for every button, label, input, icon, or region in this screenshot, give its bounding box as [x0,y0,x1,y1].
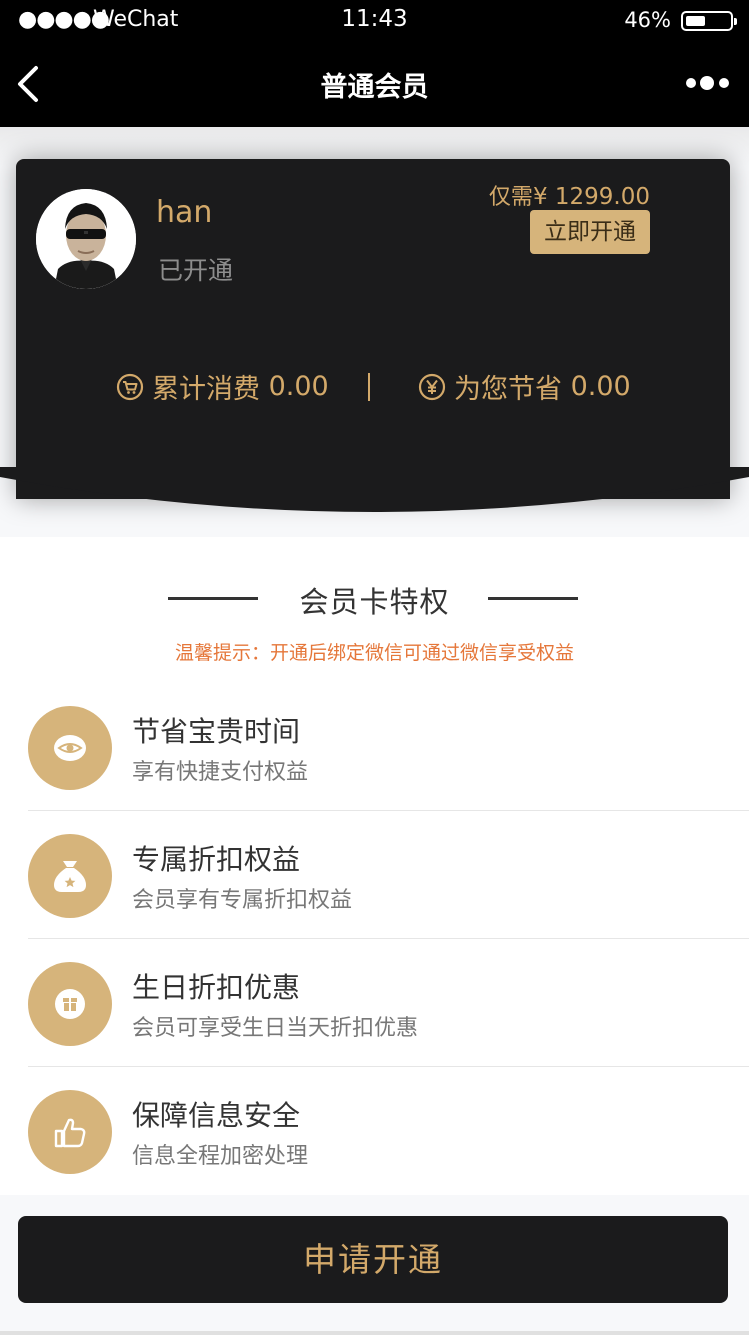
username: han [156,195,213,230]
amount-saved: 为您节省 0.00 [418,367,631,406]
member-header: han 已开通 仅需¥ 1299.00 立即开通 累计消费 0.00 为您节省 … [0,127,749,537]
apply-button[interactable]: 申请开通 [18,1216,728,1303]
price-line: 仅需¥ 1299.00 [489,179,650,211]
privilege-desc: 会员享有专属折扣权益 [132,888,353,913]
membership-status: 已开通 [158,256,234,285]
privilege-name: 生日折扣优惠 [132,971,301,1004]
avatar [36,189,136,289]
battery-icon [681,11,737,31]
privilege-name: 保障信息安全 [132,1099,301,1132]
privilege-item: 生日折扣优惠 会员可享受生日当天折扣优惠 [0,921,749,1067]
battery-percent: 46% [624,8,671,32]
saved-value: 0.00 [570,371,631,402]
privilege-desc: 信息全程加密处理 [132,1144,309,1169]
privilege-desc: 会员可享受生日当天折扣优惠 [132,1016,419,1041]
open-now-button[interactable]: 立即开通 [530,210,650,254]
eye-icon [28,706,112,790]
price-prefix: 仅需 [488,185,533,210]
stat-divider [368,373,370,401]
yen-icon [418,373,446,400]
nav-bar: 普通会员 [0,40,749,127]
privileges-title: 会员卡特权 [299,585,450,619]
status-bar: ●●●●● WeChat 11:43 46% [0,0,749,40]
privilege-name: 专属折扣权益 [132,843,301,876]
price-amount: ¥ 1299.00 [532,184,650,210]
total-spent: 累计消费 0.00 [116,367,329,406]
member-card: han 已开通 仅需¥ 1299.00 立即开通 累计消费 0.00 为您节省 … [16,159,730,499]
total-spent-label: 累计消费 [152,374,260,405]
card-curve [0,467,749,512]
more-options-icon[interactable] [685,73,731,93]
privilege-name: 节省宝贵时间 [132,715,301,748]
money-bag-icon [28,834,112,918]
privileges-section: 会员卡特权 温馨提示：开通后绑定微信可通过微信享受权益 节省宝贵时间 享有快捷支… [0,537,749,1195]
battery-level [686,16,706,26]
privilege-item: 保障信息安全 信息全程加密处理 [0,1049,749,1177]
privilege-item: 节省宝贵时间 享有快捷支付权益 [0,665,749,811]
total-spent-value: 0.00 [268,371,329,402]
page-title: 普通会员 [320,72,429,103]
gift-icon [28,962,112,1046]
privilege-item: 专属折扣权益 会员享有专属折扣权益 [0,793,749,939]
privilege-desc: 享有快捷支付权益 [132,760,309,785]
avatar-image [36,189,136,289]
tip-text: 温馨提示：开通后绑定微信可通过微信享受权益 [174,642,574,664]
cart-icon [116,373,144,400]
title-line-right [488,597,578,600]
bottom-edge [0,1331,749,1335]
saved-label: 为您节省 [454,374,562,405]
thumbs-up-icon [28,1090,112,1174]
